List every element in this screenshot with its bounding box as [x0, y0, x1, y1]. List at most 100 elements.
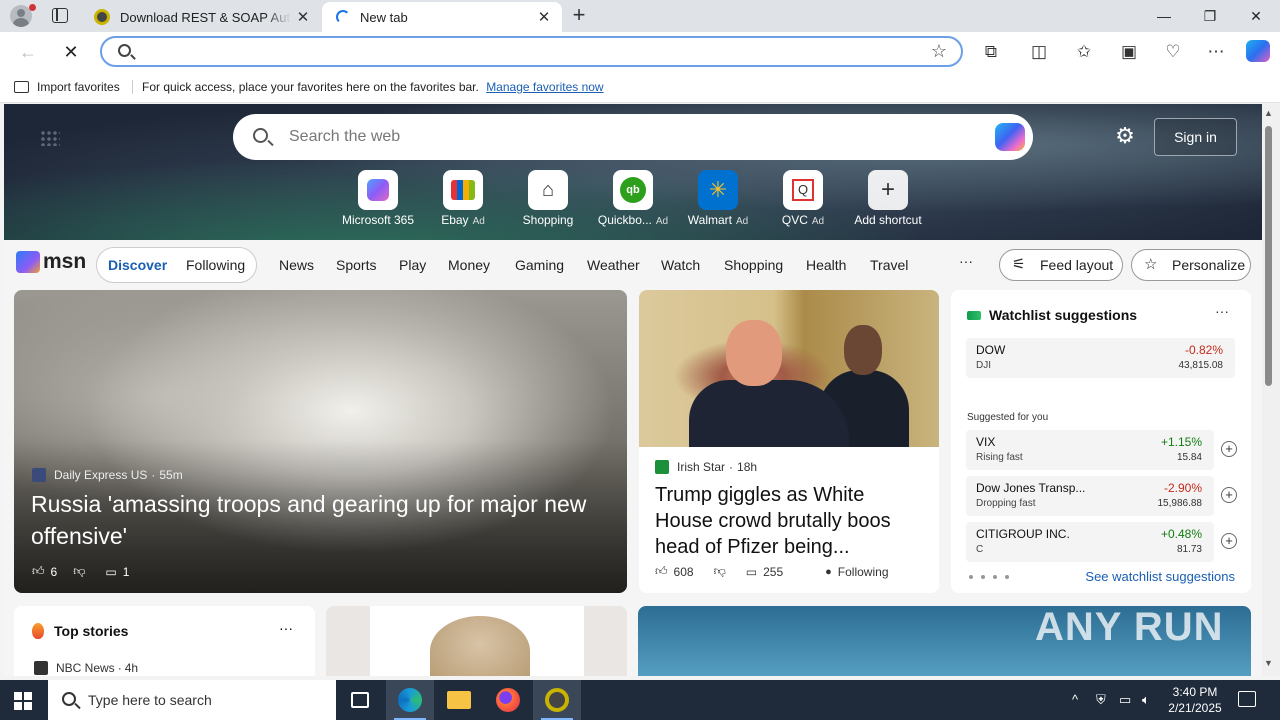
network-icon[interactable]: ▭: [1119, 692, 1131, 708]
story-headline[interactable]: Russia 'amassing troops and gearing up f…: [31, 488, 601, 552]
settings-gear-icon[interactable]: ⚙: [1114, 125, 1136, 147]
scroll-down-icon[interactable]: ▼: [1264, 658, 1273, 668]
nav-gaming[interactable]: Gaming: [515, 257, 564, 273]
import-favorites-button[interactable]: Import favorites: [14, 80, 120, 94]
page-scrollbar[interactable]: ▲ ▼: [1262, 104, 1280, 676]
scroll-up-icon[interactable]: ▲: [1264, 108, 1273, 118]
msn-logo[interactable]: msn: [16, 250, 86, 274]
shortcut-microsoft-365[interactable]: Microsoft 365: [336, 170, 420, 227]
suggested-label: Suggested for you: [967, 412, 1049, 423]
tab-actions-icon[interactable]: [52, 8, 68, 23]
carousel-dots[interactable]: [969, 575, 1017, 579]
split-screen-icon[interactable]: ◫: [1027, 40, 1051, 64]
performance-icon[interactable]: ♡: [1161, 40, 1185, 64]
shortcut-qvc[interactable]: Q QVC Ad: [761, 170, 845, 227]
more-options-icon[interactable]: ···: [1215, 303, 1229, 319]
like-icon[interactable]: 👍︎: [32, 564, 45, 579]
more-menu-icon[interactable]: ⋯: [1204, 40, 1228, 64]
watchlist-row[interactable]: CITIGROUP INC. C +0.48% 81.73 +: [966, 522, 1237, 562]
copilot-icon[interactable]: [1246, 40, 1270, 62]
add-to-watchlist-icon[interactable]: +: [1221, 441, 1237, 457]
minimize-button[interactable]: —: [1141, 0, 1187, 32]
watchlist-row-dow[interactable]: DOW DJI -0.82% 43,815.08: [966, 338, 1235, 378]
comment-icon[interactable]: ▭: [105, 565, 116, 579]
like-icon[interactable]: 👍︎: [655, 564, 668, 579]
taskbar-search[interactable]: Type here to search: [48, 680, 336, 720]
add-to-watchlist-icon[interactable]: +: [1221, 487, 1237, 503]
dislike-icon[interactable]: 👎︎: [714, 564, 726, 579]
following-label[interactable]: Following: [838, 565, 889, 579]
nav-news[interactable]: News: [279, 257, 314, 273]
nav-money[interactable]: Money: [448, 257, 490, 273]
copilot-search-icon[interactable]: [995, 123, 1025, 151]
source-name: Daily Express US: [54, 468, 148, 482]
notifications-icon[interactable]: [1238, 691, 1256, 707]
nav-weather[interactable]: Weather: [587, 257, 640, 273]
address-bar[interactable]: ☆: [100, 36, 963, 67]
new-tab-page: Search the web ⚙ Sign in Microsoft 365 E…: [4, 104, 1262, 676]
extensions-icon[interactable]: ⧉: [979, 40, 1003, 64]
close-tab-icon[interactable]: ✕: [532, 8, 556, 26]
sliders-icon: ⚟: [1012, 256, 1026, 273]
main-story-card[interactable]: Daily Express US · 55m Russia 'amassing …: [14, 290, 627, 593]
dislike-icon[interactable]: 👎︎: [73, 564, 85, 579]
personalize-button[interactable]: ☆ Personalize: [1131, 249, 1251, 281]
close-tab-icon[interactable]: ✕: [291, 8, 315, 26]
manage-favorites-link[interactable]: Manage favorites now: [486, 80, 603, 94]
collections-icon[interactable]: ▣: [1117, 40, 1141, 64]
tab-strip: Download REST & SOAP Automa ✕ New tab ✕ …: [0, 0, 1280, 32]
nav-watch[interactable]: Watch: [661, 257, 700, 273]
firefox-icon[interactable]: [484, 680, 532, 720]
watchlist-row[interactable]: VIX Rising fast +1.15% 15.84 +: [966, 430, 1237, 470]
nav-health[interactable]: Health: [806, 257, 846, 273]
shortcut-ebay[interactable]: Ebay Ad: [421, 170, 505, 227]
favorites-icon[interactable]: ✩: [1072, 40, 1096, 64]
web-search-box[interactable]: Search the web: [233, 114, 1033, 160]
ebay-bag-icon: [451, 180, 475, 200]
stop-loading-button[interactable]: ✕: [57, 38, 85, 66]
clock[interactable]: 3:40 PM 2/21/2025: [1160, 684, 1230, 716]
feed-layout-button[interactable]: ⚟ Feed layout: [999, 249, 1123, 281]
edge-taskbar-icon[interactable]: [386, 680, 434, 720]
nav-play[interactable]: Play: [399, 257, 426, 273]
nav-shopping[interactable]: Shopping: [724, 257, 783, 273]
shortcut-add[interactable]: + Add shortcut: [846, 170, 930, 227]
app-launcher-icon[interactable]: [40, 130, 60, 146]
new-tab-button[interactable]: +: [567, 4, 591, 28]
tab-following[interactable]: Following: [186, 257, 245, 273]
soapui-taskbar-icon[interactable]: [533, 680, 581, 720]
nav-sports[interactable]: Sports: [336, 257, 376, 273]
watchlist-title: Watchlist suggestions: [967, 307, 1137, 323]
second-story-card[interactable]: Irish Star · 18h Trump giggles as White …: [639, 290, 939, 593]
shortcut-shopping[interactable]: ⌂ Shopping: [506, 170, 590, 227]
add-to-watchlist-icon[interactable]: +: [1221, 533, 1237, 549]
volume-icon[interactable]: 🔈︎: [1142, 692, 1150, 708]
see-watchlist-link[interactable]: See watchlist suggestions: [1085, 569, 1235, 584]
nav-travel[interactable]: Travel: [870, 257, 908, 273]
tab-download-rest[interactable]: Download REST & SOAP Automa ✕: [84, 2, 321, 32]
task-view-icon[interactable]: [336, 680, 384, 720]
restore-button[interactable]: ❐: [1187, 0, 1233, 32]
windows-start-icon[interactable]: [14, 692, 32, 710]
shortcut-walmart[interactable]: ✳ Walmart Ad: [676, 170, 760, 227]
favorite-star-icon[interactable]: ☆: [931, 41, 947, 62]
story-source[interactable]: NBC News · 4h: [34, 661, 138, 675]
shortcut-quickbooks[interactable]: qb Quickbo... Ad: [591, 170, 675, 227]
more-options-icon[interactable]: ···: [279, 620, 293, 636]
tab-new-tab[interactable]: New tab ✕: [322, 2, 562, 32]
watchlist-row[interactable]: Dow Jones Transp... Dropping fast -2.90%…: [966, 476, 1237, 516]
scroll-thumb[interactable]: [1265, 126, 1272, 386]
close-window-button[interactable]: ✕: [1233, 0, 1279, 32]
back-button[interactable]: ←: [14, 38, 42, 66]
import-favorites-label: Import favorites: [37, 80, 120, 94]
file-explorer-icon[interactable]: [435, 680, 483, 720]
security-icon[interactable]: ⛨: [1096, 692, 1106, 708]
shopping-card[interactable]: [326, 606, 627, 676]
show-hidden-icons-icon[interactable]: ^: [1072, 692, 1078, 707]
sign-in-button[interactable]: Sign in: [1154, 118, 1237, 156]
windows-taskbar: Type here to search ^ ⛨ ▭ 🔈︎ 3:40 PM 2/2…: [0, 680, 1280, 720]
nav-more-icon[interactable]: ···: [959, 253, 973, 269]
comment-icon[interactable]: ▭: [746, 565, 757, 579]
tab-discover[interactable]: Discover: [108, 257, 167, 273]
story-headline[interactable]: Trump giggles as White House crowd bruta…: [655, 482, 925, 560]
